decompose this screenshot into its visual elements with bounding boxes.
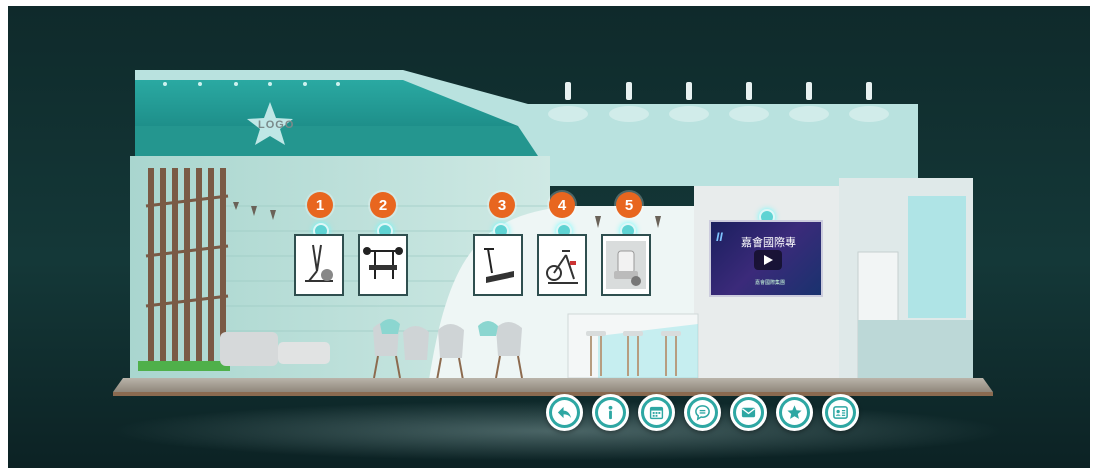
chat-button[interactable]	[684, 394, 721, 431]
poster-elliptical-trainer[interactable]	[294, 234, 344, 296]
product-marker-3[interactable]: 3	[489, 192, 515, 218]
contact-card-icon	[833, 406, 848, 419]
elliptical-trainer-icon	[305, 244, 333, 282]
video-subtitle: 嘉會國際集團	[755, 280, 786, 286]
booth-toolbar	[546, 394, 859, 431]
spin-bike-icon	[546, 250, 578, 284]
booth-logo-text: LOGO	[258, 119, 295, 131]
poster-massage-chair[interactable]	[601, 234, 651, 296]
mail-button[interactable]	[730, 394, 767, 431]
calendar-button[interactable]	[638, 394, 675, 431]
product-marker-5[interactable]: 5	[616, 192, 642, 218]
poster-weight-bench[interactable]	[358, 234, 408, 296]
poster-treadmill[interactable]	[473, 234, 523, 296]
star-icon	[787, 405, 802, 419]
massage-chair-icon	[606, 241, 646, 289]
booth-viewer: LOGO 1 2 3 4 5 II 嘉會國際專 嘉會國際集團	[8, 6, 1090, 468]
play-icon	[764, 255, 773, 265]
info-icon	[608, 405, 613, 420]
back-button[interactable]	[546, 394, 583, 431]
video-brand-logo: II	[716, 230, 723, 244]
video-screen[interactable]: II 嘉會國際專 嘉會國際集團	[709, 220, 823, 297]
weight-bench-icon	[363, 247, 403, 279]
info-button[interactable]	[592, 394, 629, 431]
video-title: 嘉會國際專	[741, 236, 796, 249]
favorite-button[interactable]	[776, 394, 813, 431]
product-marker-4[interactable]: 4	[549, 192, 575, 218]
back-arrow-icon	[557, 406, 572, 419]
treadmill-icon	[484, 248, 514, 283]
mail-icon	[741, 407, 756, 418]
product-marker-1[interactable]: 1	[307, 192, 333, 218]
product-marker-2[interactable]: 2	[370, 192, 396, 218]
poster-spin-bike[interactable]	[537, 234, 587, 296]
calendar-icon	[649, 406, 664, 420]
chat-icon	[695, 405, 710, 421]
video-play-button[interactable]	[754, 250, 782, 270]
business-card-button[interactable]	[822, 394, 859, 431]
